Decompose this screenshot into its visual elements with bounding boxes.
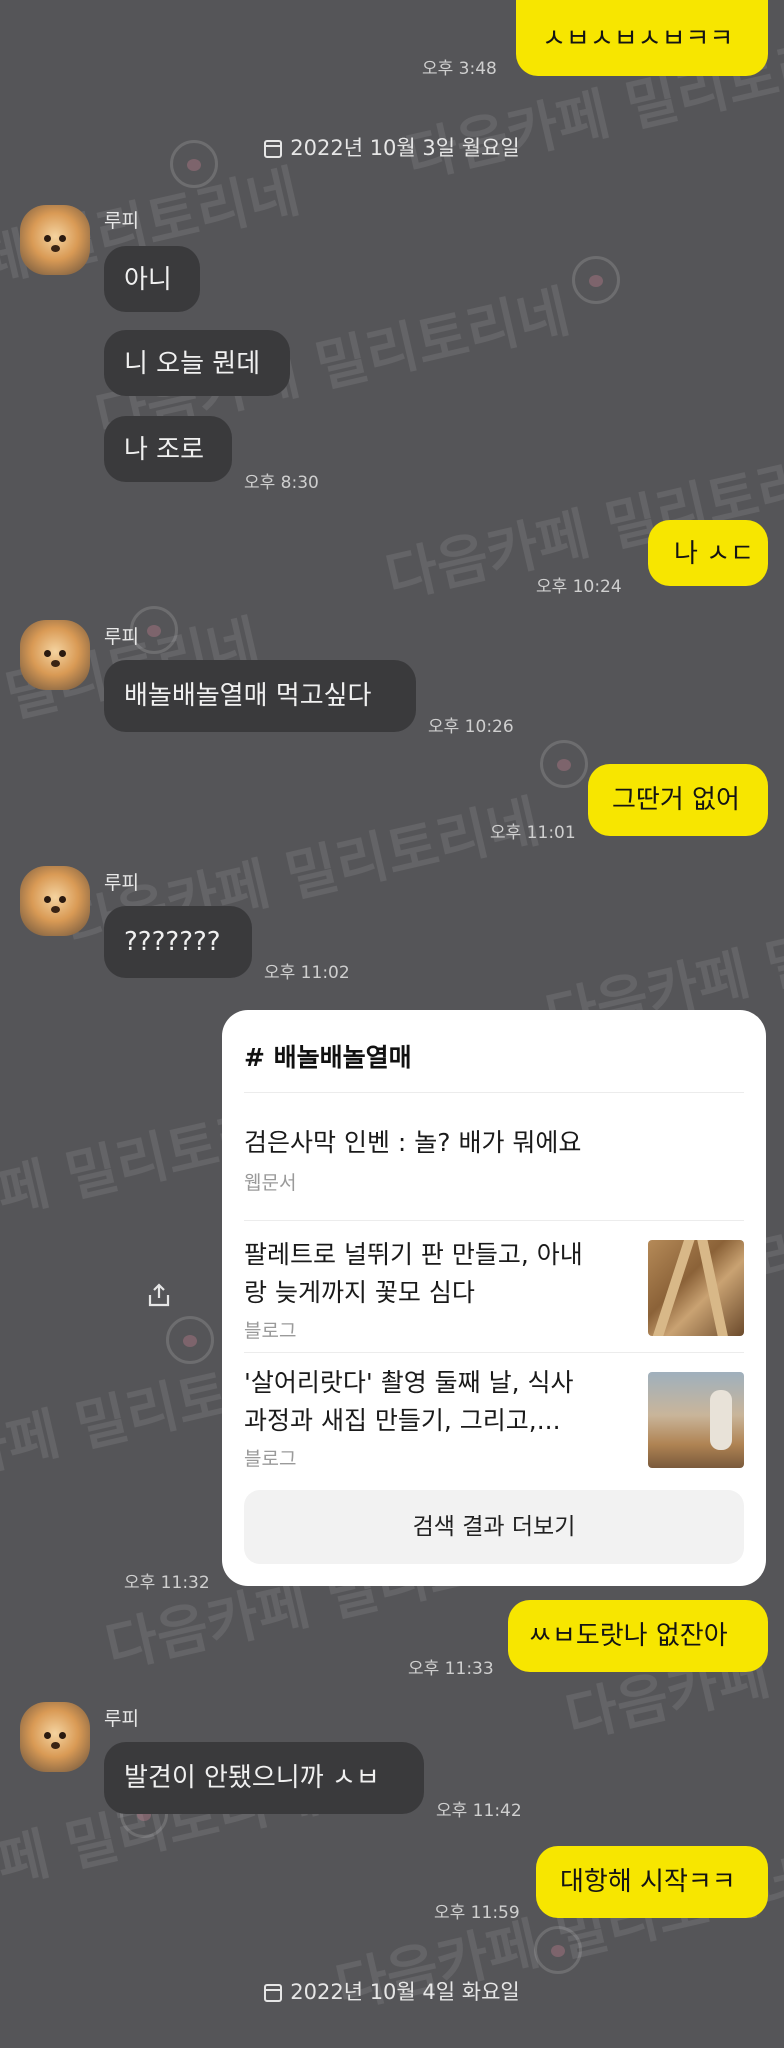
other-message-bubble[interactable]: 니 오늘 뭔데 xyxy=(104,330,290,396)
message-text: ??????? xyxy=(124,927,221,957)
message-text: 대항해 시작ㅋㅋ xyxy=(560,1867,736,1897)
search-result-card[interactable]: # 배놀배놀열매 검은사막 인벤 : 놀? 배가 뭐에요 웹문서 팔레트로 널뛰… xyxy=(222,1010,766,1586)
hashtag-title: # 배놀배놀열매 xyxy=(244,1043,412,1072)
sender-name: 루피 xyxy=(104,210,139,232)
message-time: 오후 8:30 xyxy=(244,473,319,493)
divider xyxy=(244,1352,744,1353)
paw-watermark-icon xyxy=(572,256,620,304)
message-time: 오후 11:33 xyxy=(408,1659,494,1679)
my-message-bubble[interactable]: 대항해 시작ㅋㅋ xyxy=(536,1846,768,1918)
result-title[interactable]: 검은사막 인벤 : 놀? 배가 뭐에요 xyxy=(244,1124,581,1162)
share-icon[interactable] xyxy=(146,1282,172,1308)
message-text: 나 조로 xyxy=(124,435,205,465)
other-message-bubble[interactable]: 배놀배놀열매 먹고싶다 xyxy=(104,660,416,732)
avatar[interactable] xyxy=(20,205,90,275)
message-text: 배놀배놀열매 먹고싶다 xyxy=(124,681,372,711)
my-message-bubble[interactable]: 나 ㅅㄷ xyxy=(648,520,768,586)
message-text: 나 ㅅㄷ xyxy=(674,539,755,569)
date-label: 2022년 10월 4일 화요일 xyxy=(290,1980,520,2004)
other-message-bubble[interactable]: ??????? xyxy=(104,906,252,978)
paw-watermark-icon xyxy=(166,1316,214,1364)
date-label: 2022년 10월 3일 월요일 xyxy=(290,136,520,160)
message-time: 오후 3:48 xyxy=(422,59,497,79)
avatar[interactable] xyxy=(20,1702,90,1772)
calendar-icon xyxy=(264,140,283,158)
message-time: 오후 10:26 xyxy=(428,717,514,737)
more-results-button[interactable]: 검색 결과 더보기 xyxy=(244,1490,744,1564)
other-message-bubble[interactable]: 아니 xyxy=(104,246,200,312)
message-time: 오후 10:24 xyxy=(536,577,622,597)
message-time: 오후 11:02 xyxy=(264,963,350,983)
result-source: 블로그 xyxy=(244,1448,297,1470)
message-text: 니 오늘 뭔데 xyxy=(124,349,261,379)
message-time: 오후 11:42 xyxy=(436,1801,522,1821)
result-thumbnail[interactable] xyxy=(648,1372,744,1468)
divider xyxy=(244,1092,744,1093)
message-text: 발견이 안됐으니까 ㅅㅂ xyxy=(124,1763,380,1793)
divider xyxy=(244,1220,744,1221)
message-time: 오후 11:32 xyxy=(124,1573,210,1593)
other-message-bubble[interactable]: 발견이 안됐으니까 ㅅㅂ xyxy=(104,1742,424,1814)
date-divider: 2022년 10월 4일 화요일 xyxy=(0,1976,784,2006)
message-text: 그딴거 없어 xyxy=(612,785,740,815)
result-title[interactable]: 팔레트로 널뛰기 판 만들고, 아내 랑 늦게까지 꽃모 심다 xyxy=(244,1236,583,1312)
paw-watermark-icon xyxy=(534,1926,582,1974)
result-source: 웹문서 xyxy=(244,1172,297,1194)
message-text: ㅆㅂ도랏나 없잔아 xyxy=(528,1621,728,1651)
calendar-icon xyxy=(264,1984,283,2002)
message-time: 오후 11:01 xyxy=(490,823,576,843)
paw-watermark-icon xyxy=(540,740,588,788)
avatar[interactable] xyxy=(20,866,90,936)
sender-name: 루피 xyxy=(104,872,139,894)
message-time: 오후 11:59 xyxy=(434,1903,520,1923)
date-divider: 2022년 10월 3일 월요일 xyxy=(0,132,784,162)
result-thumbnail[interactable] xyxy=(648,1240,744,1336)
other-message-bubble[interactable]: 나 조로 xyxy=(104,416,232,482)
result-title[interactable]: '살어리랏다' 촬영 둘째 날, 식사 과정과 새집 만들기, 그리고,... xyxy=(244,1364,573,1440)
my-message-bubble[interactable]: ㅆㅂ도랏나 없잔아 xyxy=(508,1600,768,1672)
avatar[interactable] xyxy=(20,620,90,690)
sender-name: 루피 xyxy=(104,1708,139,1730)
my-message-bubble[interactable]: ㅅㅂㅅㅂㅅㅂㅋㅋ xyxy=(516,0,768,76)
my-message-bubble[interactable]: 그딴거 없어 xyxy=(588,764,768,836)
message-text: 아니 xyxy=(124,265,172,295)
result-source: 블로그 xyxy=(244,1320,297,1342)
message-text: ㅅㅂㅅㅂㅅㅂㅋㅋ xyxy=(542,24,734,54)
sender-name: 루피 xyxy=(104,626,139,648)
